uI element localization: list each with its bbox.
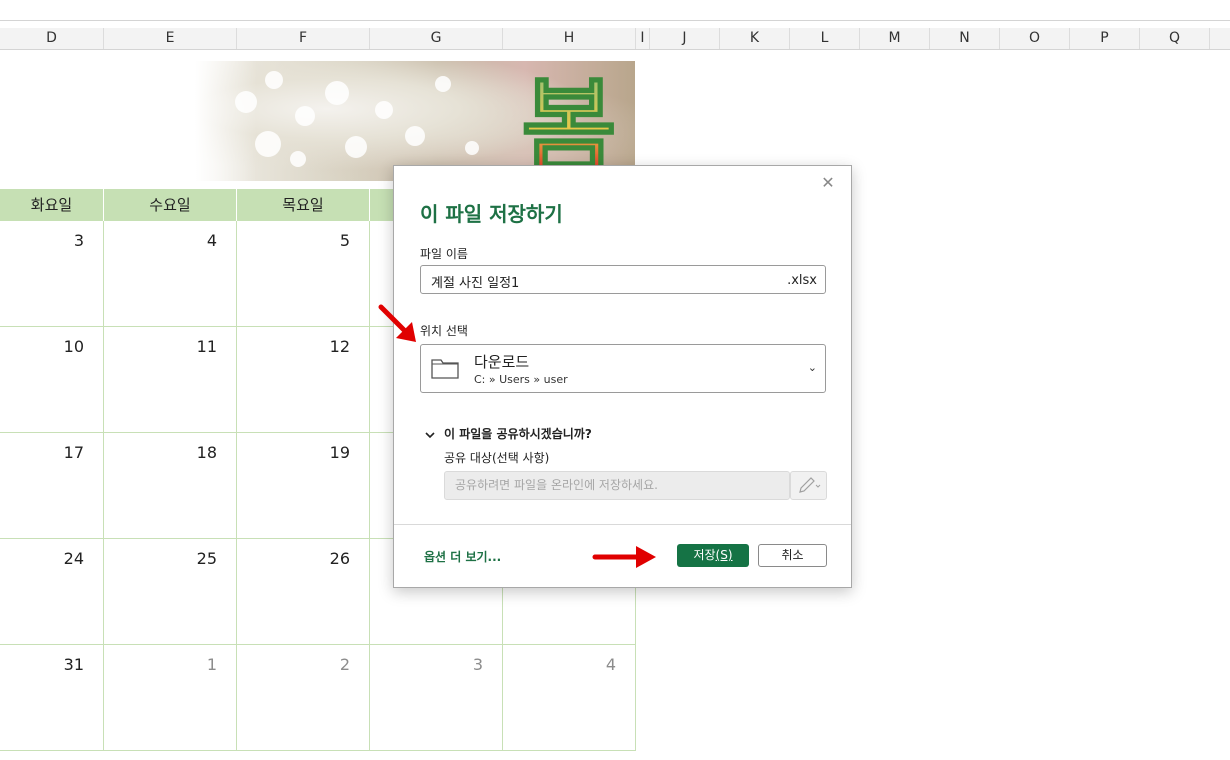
day-header-thursday: 목요일 — [237, 189, 370, 221]
col-header-g[interactable]: G — [370, 28, 503, 49]
calendar-day-cell[interactable]: 25 — [104, 539, 237, 645]
share-toggle[interactable]: 이 파일을 공유하시겠습니까? — [424, 425, 592, 442]
banner-bom-text: 봄 — [520, 66, 618, 181]
dialog-title: 이 파일 저장하기 — [420, 202, 563, 226]
svg-text:봄: 봄 — [521, 67, 617, 181]
filename-label: 파일 이름 — [420, 247, 468, 261]
filename-field[interactable]: 계절 사진 일정1 .xlsx — [420, 265, 826, 294]
calendar-week-row: 31 1 2 3 4 — [0, 645, 636, 751]
location-path: C: » Users » user — [474, 373, 568, 386]
calendar-day-cell[interactable]: 31 — [0, 645, 104, 751]
close-icon[interactable]: ✕ — [819, 174, 837, 192]
ribbon-strip — [0, 0, 1230, 21]
share-input: 공유하려면 파일을 온라인에 저장하세요. — [444, 471, 790, 500]
calendar-day-cell[interactable]: 10 — [0, 327, 104, 433]
save-button-label: 저장 — [693, 548, 716, 562]
filename-value[interactable]: 계절 사진 일정1 — [431, 272, 519, 291]
cancel-button[interactable]: 취소 — [758, 544, 827, 567]
calendar-day-cell[interactable]: 4 — [503, 645, 636, 751]
pencil-icon — [799, 477, 821, 493]
col-header-k[interactable]: K — [720, 28, 790, 49]
col-header-e[interactable]: E — [104, 28, 237, 49]
save-button[interactable]: 저장(S) — [677, 544, 749, 567]
calendar-day-cell[interactable]: 24 — [0, 539, 104, 645]
calendar-day-cell[interactable]: 17 — [0, 433, 104, 539]
day-header-tuesday: 화요일 — [0, 189, 104, 221]
share-label: 공유 대상(선택 사항) — [444, 451, 550, 465]
col-header-q[interactable]: Q — [1140, 28, 1210, 49]
col-header-d[interactable]: D — [0, 28, 104, 49]
location-label: 위치 선택 — [420, 324, 468, 338]
calendar-day-cell[interactable]: 3 — [370, 645, 503, 751]
chevron-down-icon: ⌄ — [807, 361, 817, 374]
column-header-bar: D E F G H I J K L M N O P Q — [0, 28, 1230, 50]
dialog-divider — [394, 524, 851, 525]
save-shortcut: (S) — [715, 548, 733, 562]
calendar-day-cell[interactable]: 26 — [237, 539, 370, 645]
col-header-f[interactable]: F — [237, 28, 370, 49]
col-header-o[interactable]: O — [1000, 28, 1070, 49]
share-edit-button — [790, 471, 827, 500]
calendar-day-cell[interactable]: 12 — [237, 327, 370, 433]
share-toggle-label: 이 파일을 공유하시겠습니까? — [444, 427, 592, 441]
calendar-day-cell[interactable]: 11 — [104, 327, 237, 433]
day-header-wednesday: 수요일 — [104, 189, 237, 221]
chevron-down-icon — [425, 431, 435, 438]
calendar-day-cell[interactable]: 4 — [104, 221, 237, 327]
calendar-day-cell[interactable]: 3 — [0, 221, 104, 327]
col-header-n[interactable]: N — [930, 28, 1000, 49]
col-header-j[interactable]: J — [650, 28, 720, 49]
col-header-i[interactable]: I — [636, 28, 650, 49]
filename-extension: .xlsx — [787, 273, 817, 288]
folder-icon — [431, 359, 459, 379]
location-name: 다운로드 — [474, 353, 530, 371]
location-select[interactable]: 다운로드 C: » Users » user ⌄ — [420, 344, 826, 393]
red-arrow-icon — [378, 304, 416, 342]
calendar-day-cell[interactable]: 2 — [237, 645, 370, 751]
calendar-day-cell[interactable]: 1 — [104, 645, 237, 751]
calendar-day-cell[interactable]: 5 — [237, 221, 370, 327]
save-file-dialog: ✕ 이 파일 저장하기 파일 이름 계절 사진 일정1 .xlsx 위치 선택 … — [393, 165, 852, 588]
col-header-p[interactable]: P — [1070, 28, 1140, 49]
col-header-h[interactable]: H — [503, 28, 636, 49]
col-header-l[interactable]: L — [790, 28, 860, 49]
red-arrow-icon — [592, 546, 656, 568]
col-header-m[interactable]: M — [860, 28, 930, 49]
calendar-day-cell[interactable]: 19 — [237, 433, 370, 539]
calendar-day-cell[interactable]: 18 — [104, 433, 237, 539]
more-options-link[interactable]: 옵션 더 보기... — [424, 548, 501, 565]
